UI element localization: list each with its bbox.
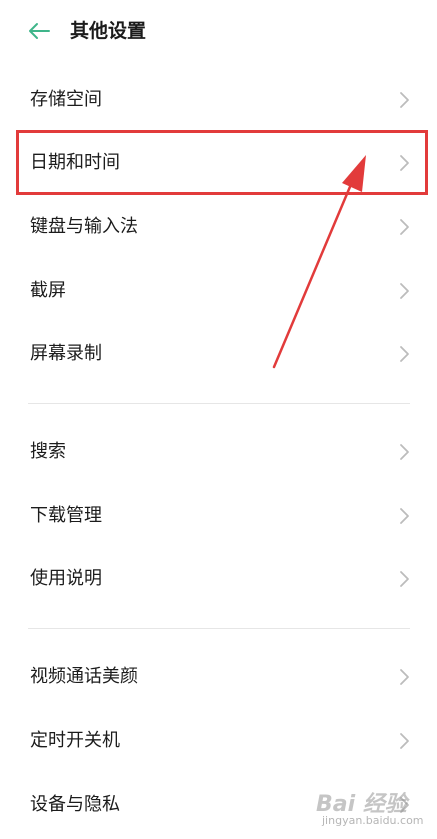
arrow-left-icon xyxy=(29,23,50,39)
list-item-device-privacy[interactable]: 设备与隐私 xyxy=(0,775,437,835)
chevron-right-icon xyxy=(400,571,409,587)
list-item-screen-record[interactable]: 屏幕录制 xyxy=(0,324,437,384)
list-item-storage[interactable]: 存储空间 xyxy=(0,70,437,130)
list-item-label: 视频通话美颜 xyxy=(30,666,138,687)
header-bar: 其他设置 xyxy=(0,0,437,62)
list-item-label: 存储空间 xyxy=(30,89,102,110)
chevron-right-icon xyxy=(400,92,409,108)
list-item-video-beauty[interactable]: 视频通话美颜 xyxy=(0,647,437,707)
list-item-search[interactable]: 搜索 xyxy=(0,422,437,482)
list-item-label: 屏幕录制 xyxy=(30,343,102,364)
chevron-right-icon xyxy=(400,283,409,299)
chevron-right-icon xyxy=(400,219,409,235)
list-item-label: 键盘与输入法 xyxy=(30,216,138,237)
chevron-right-icon xyxy=(400,346,409,362)
back-button[interactable] xyxy=(22,14,56,48)
page-title: 其他设置 xyxy=(70,20,147,42)
list-item-screenshot[interactable]: 截屏 xyxy=(0,261,437,321)
chevron-right-icon xyxy=(400,733,409,749)
list-item-label: 定时开关机 xyxy=(30,730,120,751)
list-item-downloads[interactable]: 下载管理 xyxy=(0,486,437,546)
list-item-label: 设备与隐私 xyxy=(30,794,120,815)
chevron-right-icon xyxy=(400,444,409,460)
section-divider xyxy=(28,403,410,404)
list-item-scheduled-power[interactable]: 定时开关机 xyxy=(0,711,437,771)
list-item-label: 下载管理 xyxy=(30,505,102,526)
list-item-date-time[interactable]: 日期和时间 xyxy=(0,133,437,193)
list-item-label: 截屏 xyxy=(30,280,66,301)
chevron-right-icon xyxy=(400,508,409,524)
section-divider xyxy=(28,628,410,629)
list-item-label: 使用说明 xyxy=(30,568,102,589)
list-item-label: 日期和时间 xyxy=(30,152,120,173)
chevron-right-icon xyxy=(400,669,409,685)
list-item-label: 搜索 xyxy=(30,441,66,462)
list-item-keyboard[interactable]: 键盘与输入法 xyxy=(0,197,437,257)
chevron-right-icon xyxy=(400,155,409,171)
chevron-right-icon xyxy=(400,797,409,813)
list-item-instructions[interactable]: 使用说明 xyxy=(0,549,437,609)
